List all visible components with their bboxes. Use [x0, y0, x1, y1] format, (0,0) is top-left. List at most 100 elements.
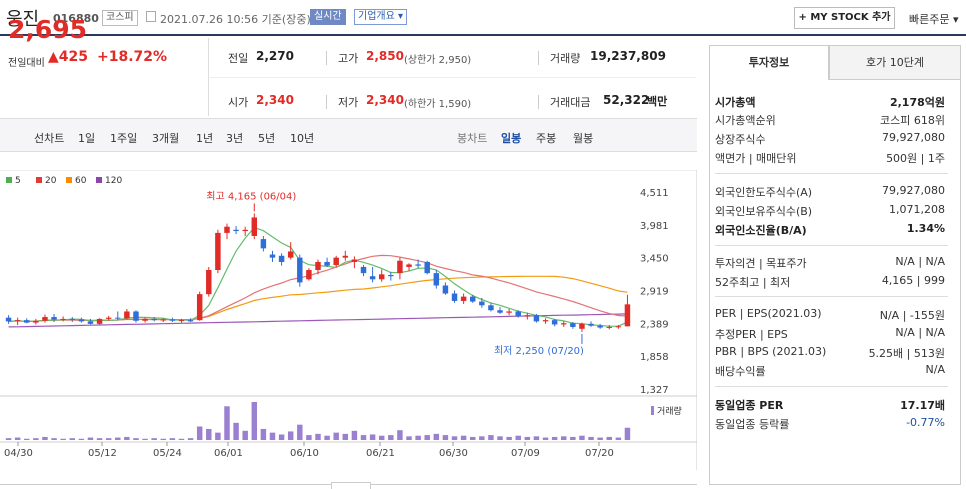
timestamp: 2021.07.26 10:56 기준(장중)	[160, 13, 311, 26]
period-1w[interactable]: 1주일	[110, 130, 137, 146]
candle-body	[378, 274, 385, 280]
candle-body	[187, 320, 194, 322]
low-annotation: 최저 2,250 (07/20)	[494, 345, 584, 357]
candle-body	[551, 320, 558, 325]
y-tick-label: 2,389	[640, 319, 669, 330]
volume-bar	[524, 436, 531, 440]
add-mystock-button[interactable]: + MY STOCK 추가	[794, 7, 895, 29]
legend-swatch-5	[6, 177, 12, 183]
legend-label-60: 60	[75, 176, 87, 186]
candle-body	[315, 261, 321, 271]
x-tick-label: 06/21	[366, 448, 395, 459]
par-row: 액면가 | 매매단위 500원 | 1주	[715, 152, 945, 165]
volume-bar	[479, 436, 485, 440]
divider	[538, 51, 539, 65]
candle-body	[260, 239, 267, 249]
candle-body	[14, 320, 21, 322]
candle-body	[33, 320, 39, 323]
candle-weekly[interactable]: 주봉	[536, 130, 556, 146]
volume-legend-swatch	[651, 406, 654, 415]
divider	[715, 386, 948, 387]
candle-body	[160, 319, 167, 321]
volume-bar	[105, 438, 112, 440]
volume-bar	[160, 438, 167, 440]
period-3m[interactable]: 3개월	[152, 130, 179, 146]
high-annotation: 최고 4,165 (06/04)	[206, 190, 296, 202]
period-3y[interactable]: 3년	[226, 130, 243, 146]
period-1d[interactable]: 1일	[78, 130, 95, 146]
tab-order-book[interactable]: 호가 10단계	[829, 45, 961, 80]
divider	[715, 173, 948, 174]
volume-bar	[251, 402, 258, 440]
volume-bar	[497, 436, 503, 440]
candle-body	[242, 229, 248, 232]
volume-bar	[597, 437, 603, 440]
volume-bar	[306, 435, 312, 440]
legend-label-120: 120	[105, 176, 122, 186]
period-10y[interactable]: 10년	[290, 130, 314, 146]
volume-label: 거래량	[550, 52, 581, 65]
realtime-button[interactable]: 실시간	[310, 9, 346, 25]
candle-body	[424, 261, 430, 274]
candle-body	[24, 320, 30, 323]
candle-body	[342, 255, 349, 258]
tab-investment-info[interactable]: 투자정보	[709, 45, 829, 80]
volume-bar	[615, 437, 622, 440]
volume-bar	[169, 438, 176, 440]
candle-body	[542, 320, 549, 322]
candle-body	[142, 318, 148, 321]
candle-body	[169, 319, 176, 321]
period-1y[interactable]: 1년	[196, 130, 213, 146]
volume-bar	[606, 436, 612, 440]
volume-bar	[224, 406, 230, 440]
volume-bar	[287, 431, 294, 440]
candle-body	[287, 251, 294, 258]
volume-bar	[570, 436, 576, 440]
foreign-ratio-row: 외국인소진율(B/A) 1.34%	[715, 222, 945, 237]
volume-bar	[378, 435, 385, 440]
candle-body	[5, 317, 12, 322]
market-badge: 코스피	[102, 10, 138, 26]
lower-limit: (하한가 1,590)	[404, 99, 472, 110]
open-value: 2,340	[256, 93, 294, 107]
candle-body	[324, 261, 330, 266]
candle-body	[215, 232, 221, 271]
pbr-row: PBR | BPS (2021.03) 5.25배 | 513원	[715, 345, 945, 360]
volume-bar	[14, 437, 21, 440]
volume-bar	[433, 433, 440, 440]
volume-bar	[533, 436, 540, 440]
stock-chart[interactable]: 5 20 60 120 4,511 3,981 3,450 2,919 2,389 1,858 1,…	[0, 170, 697, 470]
x-tick-label: 06/30	[439, 448, 468, 459]
candle-body	[479, 301, 485, 306]
y-tick-label: 3,450	[640, 254, 669, 265]
collapse-toggle[interactable]	[331, 482, 371, 489]
foreign-hold-row: 외국인보유주식수(B) 1,071,208	[715, 203, 945, 218]
y-tick-label: 3,981	[640, 221, 669, 232]
volume-bar	[397, 430, 403, 440]
candle-body	[597, 325, 603, 328]
volume-bar	[151, 438, 157, 440]
candle-body	[615, 326, 622, 328]
price-change: ▲425	[48, 49, 88, 65]
candle-body	[506, 311, 512, 313]
est-per-row: 추정PER | EPS N/A | N/A	[715, 326, 945, 341]
candle-body	[151, 318, 157, 321]
y-tick-label: 2,919	[640, 287, 669, 298]
volume-bar	[142, 438, 148, 440]
volume-bar	[406, 436, 412, 440]
candle-chart-label: 봉차트	[457, 132, 488, 145]
cap-rank-row[interactable]: 시가총액순위 코스피 618위	[715, 112, 945, 127]
candle-body	[369, 276, 376, 280]
volume-bar	[115, 437, 121, 440]
candle-body	[96, 318, 103, 324]
legend-swatch-20	[36, 177, 42, 183]
volume-bar	[24, 438, 30, 440]
ma5-line	[8, 226, 628, 327]
candle-body	[451, 293, 458, 301]
volume-bar	[561, 436, 567, 440]
period-5y[interactable]: 5년	[258, 130, 275, 146]
company-overview-dropdown[interactable]: 기업개요 ▾	[354, 9, 407, 25]
candle-daily[interactable]: 일봉	[501, 130, 521, 146]
quick-order-dropdown[interactable]: 빠른주문 ▾	[909, 11, 959, 27]
candle-monthly[interactable]: 월봉	[573, 130, 593, 146]
